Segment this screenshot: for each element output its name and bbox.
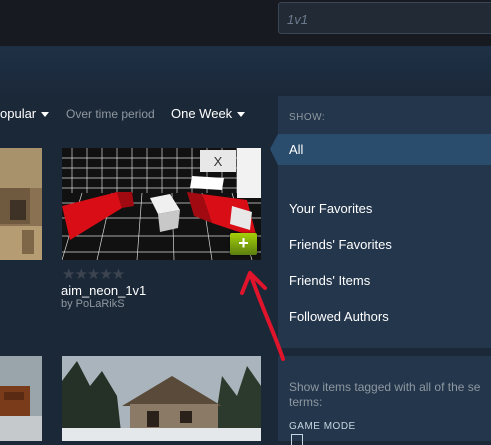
sidebar-divider [278, 348, 491, 356]
rating-stars: ★★★★★ [62, 266, 125, 283]
item-author[interactable]: by PoLaRikS [61, 298, 125, 310]
workshop-item-thumbnail-cropped[interactable] [0, 356, 42, 441]
search-input-value: 1v1 [287, 12, 308, 27]
header-band [0, 46, 491, 96]
workshop-item-thumbnail-cropped[interactable] [0, 148, 42, 260]
show-filter-all-label: All [289, 142, 304, 157]
top-bar: 1v1 [0, 0, 491, 46]
show-filter-friends-favorites[interactable]: Friends' Favorites [289, 237, 392, 252]
period-label: Over time period [66, 107, 155, 121]
item-title[interactable]: aim_neon_1v1 [61, 283, 146, 298]
show-filter-followed-authors[interactable]: Followed Authors [289, 309, 389, 324]
period-dropdown[interactable]: One Week [171, 106, 246, 121]
filter-bar: opular Over time period One Week [0, 100, 270, 128]
active-indicator-arrow [270, 134, 278, 165]
show-label: SHOW: [289, 112, 326, 123]
show-filter-all[interactable]: All [278, 134, 491, 165]
period-dropdown-value: One Week [171, 106, 233, 121]
game-mode-heading: GAME MODE [289, 421, 356, 432]
filter-sidebar: SHOW: All Your Favorites Friends' Favori… [270, 96, 491, 445]
search-input[interactable]: 1v1 [278, 2, 491, 34]
chevron-down-icon [237, 112, 246, 118]
add-to-collection-button[interactable]: + [230, 233, 257, 255]
red-arrow-annotation [240, 271, 285, 361]
sort-dropdown[interactable]: opular [0, 106, 50, 121]
sort-dropdown-value: opular [0, 106, 37, 121]
plus-icon: + [238, 233, 249, 253]
checkbox-icon[interactable] [291, 434, 303, 445]
show-filter-friends-items[interactable]: Friends' Items [289, 273, 370, 288]
show-filter-your-favorites[interactable]: Your Favorites [289, 201, 372, 216]
workshop-item-thumbnail[interactable] [62, 356, 261, 441]
chevron-down-icon [41, 112, 50, 118]
tag-filter-description: Show items tagged with all of the se ter… [289, 380, 481, 409]
svg-text:X: X [214, 154, 223, 169]
